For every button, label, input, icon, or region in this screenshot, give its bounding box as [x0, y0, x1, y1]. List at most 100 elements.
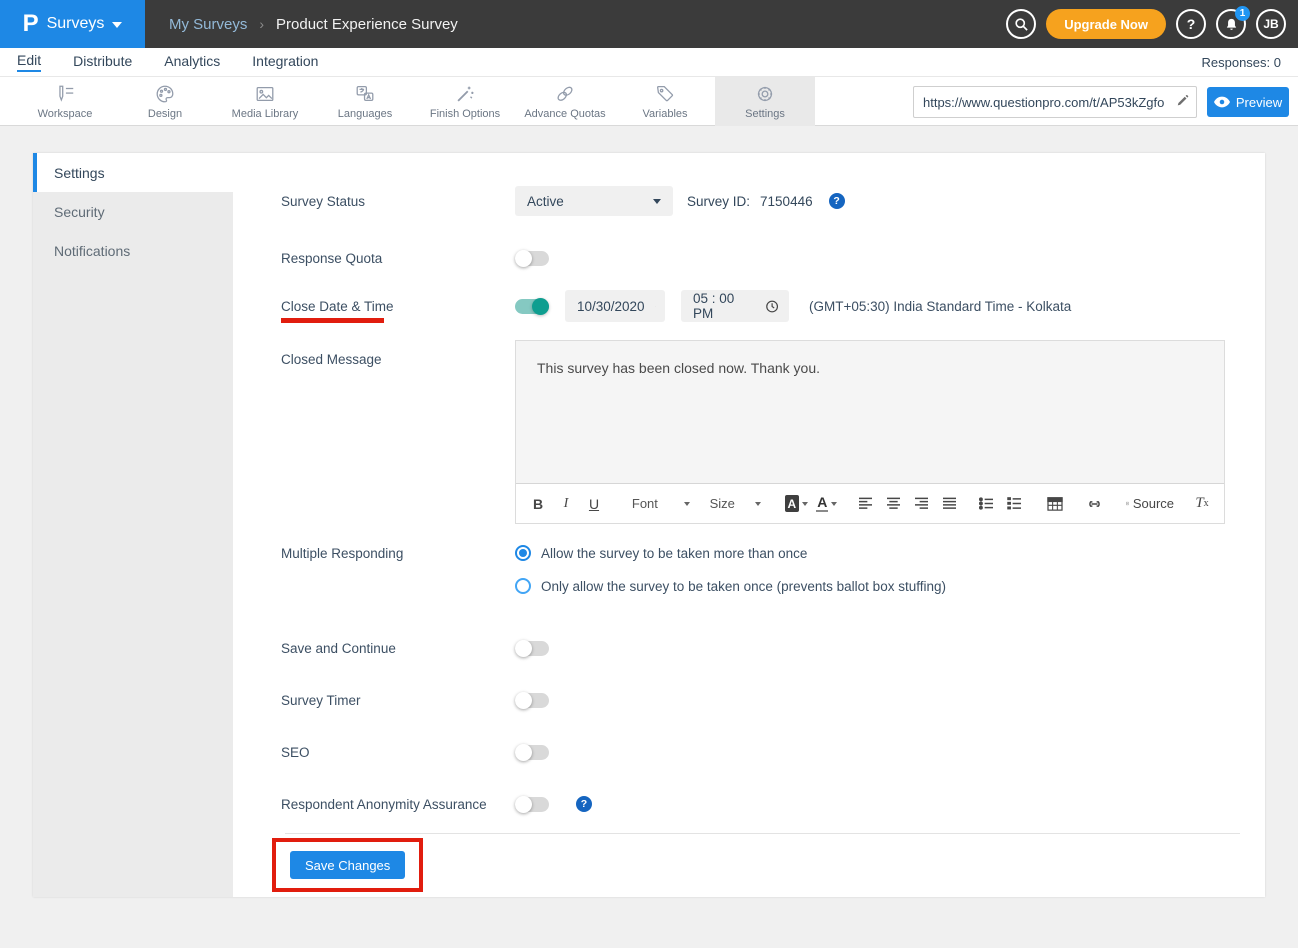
header-actions: Upgrade Now ? 1 JB — [1006, 9, 1298, 39]
main-tab-bar: Edit Distribute Analytics Integration Re… — [0, 48, 1298, 76]
insert-link-button[interactable] — [1083, 491, 1107, 517]
remove-format-button[interactable]: Tx — [1190, 491, 1214, 517]
annotation-red-underline — [281, 318, 384, 323]
chevron-down-icon — [653, 199, 661, 204]
edit-url-button[interactable] — [1170, 95, 1196, 109]
survey-id-value: 7150446 — [760, 194, 813, 209]
radio-option-once-only[interactable]: Only allow the survey to be taken once (… — [515, 578, 946, 594]
anonymity-row: Respondent Anonymity Assurance ? — [281, 789, 1225, 819]
toolbar-item-variables[interactable]: Variables — [615, 77, 715, 126]
magic-wand-icon — [454, 83, 476, 105]
settings-sidebar: Settings Security Notifications — [33, 153, 233, 897]
survey-status-select[interactable]: Active — [515, 186, 673, 216]
translate-icon — [354, 83, 376, 105]
bullet-list-button[interactable] — [974, 491, 998, 517]
tab-edit[interactable]: Edit — [17, 52, 41, 72]
survey-timer-row: Survey Timer — [281, 685, 1225, 715]
breadcrumb-separator-icon: › — [259, 16, 264, 32]
product-switcher-label: Surveys — [47, 15, 105, 33]
eye-icon — [1214, 96, 1230, 108]
survey-url-field — [913, 86, 1197, 118]
bold-button[interactable]: B — [526, 491, 550, 517]
workspace-icon — [54, 83, 76, 105]
notification-badge: 1 — [1235, 6, 1250, 21]
toolbar-item-design[interactable]: Design — [115, 77, 215, 126]
radio-option-multiple-allowed[interactable]: Allow the survey to be taken more than o… — [515, 545, 946, 561]
align-right-button[interactable] — [909, 491, 933, 517]
help-button[interactable]: ? — [1176, 9, 1206, 39]
close-date-label: Close Date & Time — [281, 299, 515, 314]
response-quota-label: Response Quota — [281, 251, 515, 266]
survey-timer-toggle[interactable] — [515, 693, 549, 708]
toolbar-item-media-library[interactable]: Media Library — [215, 77, 315, 126]
response-quota-toggle[interactable] — [515, 251, 549, 266]
sidebar-item-settings[interactable]: Settings — [33, 153, 233, 192]
seo-toggle[interactable] — [515, 745, 549, 760]
font-dropdown[interactable]: Font — [624, 496, 698, 511]
closed-message-editor: This survey has been closed now. Thank y… — [515, 340, 1225, 524]
seo-label: SEO — [281, 745, 515, 760]
source-button[interactable]: Source — [1123, 491, 1177, 517]
multiple-responding-label: Multiple Responding — [281, 545, 515, 561]
notifications-button[interactable]: 1 — [1216, 9, 1246, 39]
chevron-down-icon — [684, 502, 690, 506]
survey-status-row: Survey Status Active Survey ID: 7150446 … — [281, 186, 1225, 216]
text-color-button[interactable]: A — [815, 491, 839, 517]
numbered-list-button[interactable] — [1002, 491, 1026, 517]
user-avatar[interactable]: JB — [1256, 9, 1286, 39]
close-date-toggle[interactable] — [515, 299, 549, 314]
insert-table-button[interactable] — [1043, 491, 1067, 517]
pencil-icon — [1176, 95, 1190, 109]
anonymity-toggle[interactable] — [515, 797, 549, 812]
justify-button[interactable] — [937, 491, 961, 517]
radio-unselected-icon — [515, 578, 531, 594]
toolbar-item-workspace[interactable]: Workspace — [15, 77, 115, 126]
tab-distribute[interactable]: Distribute — [73, 53, 132, 71]
close-date-row: Close Date & Time 10/30/2020 05 : 00 PM … — [281, 290, 1225, 322]
anonymity-help-icon[interactable]: ? — [576, 796, 592, 812]
preview-button[interactable]: Preview — [1207, 87, 1289, 117]
questionpro-logo-icon: P — [23, 12, 39, 36]
tab-analytics[interactable]: Analytics — [164, 53, 220, 71]
product-switcher[interactable]: P Surveys — [0, 0, 145, 48]
survey-status-label: Survey Status — [281, 194, 515, 209]
design-palette-icon — [154, 83, 176, 105]
edit-toolbar: Workspace Design Media Library Languages… — [0, 76, 1298, 126]
survey-url-input[interactable] — [914, 95, 1170, 110]
toolbar-item-advance-quotas[interactable]: Advance Quotas — [515, 77, 615, 126]
align-center-button[interactable] — [881, 491, 905, 517]
toolbar-item-settings[interactable]: Settings — [715, 77, 815, 126]
save-and-continue-toggle[interactable] — [515, 641, 549, 656]
multiple-responding-row: Multiple Responding Allow the survey to … — [281, 545, 1225, 594]
size-dropdown[interactable]: Size — [702, 496, 769, 511]
underline-button[interactable]: U — [582, 491, 606, 517]
survey-id-help-icon[interactable]: ? — [829, 193, 845, 209]
sidebar-item-notifications[interactable]: Notifications — [33, 231, 233, 270]
toolbar-item-languages[interactable]: Languages — [315, 77, 415, 126]
align-left-button[interactable] — [853, 491, 877, 517]
avatar-initials: JB — [1263, 17, 1278, 31]
close-date-input[interactable]: 10/30/2020 — [565, 290, 665, 322]
tab-integration[interactable]: Integration — [252, 53, 318, 71]
save-changes-button[interactable]: Save Changes — [290, 851, 405, 879]
settings-form: Survey Status Active Survey ID: 7150446 … — [233, 153, 1265, 897]
survey-id-label: Survey ID: — [687, 194, 750, 209]
closed-message-text[interactable]: This survey has been closed now. Thank y… — [516, 341, 1224, 483]
closed-message-label: Closed Message — [281, 346, 515, 367]
chevron-down-icon — [802, 502, 808, 506]
background-color-button[interactable]: A — [782, 491, 811, 517]
search-button[interactable] — [1006, 9, 1036, 39]
italic-button[interactable]: I — [554, 491, 578, 517]
upgrade-now-button[interactable]: Upgrade Now — [1046, 9, 1166, 39]
tag-icon — [654, 83, 676, 105]
response-quota-row: Response Quota — [281, 243, 1225, 273]
media-image-icon — [254, 83, 276, 105]
breadcrumb-my-surveys[interactable]: My Surveys — [169, 16, 247, 33]
chevron-down-icon — [831, 502, 837, 506]
sidebar-item-security[interactable]: Security — [33, 192, 233, 231]
top-header: P Surveys My Surveys › Product Experienc… — [0, 0, 1298, 48]
toolbar-item-finish-options[interactable]: Finish Options — [415, 77, 515, 126]
radio-selected-icon — [515, 545, 531, 561]
close-time-input[interactable]: 05 : 00 PM — [681, 290, 789, 322]
page-title: Product Experience Survey — [276, 16, 458, 33]
